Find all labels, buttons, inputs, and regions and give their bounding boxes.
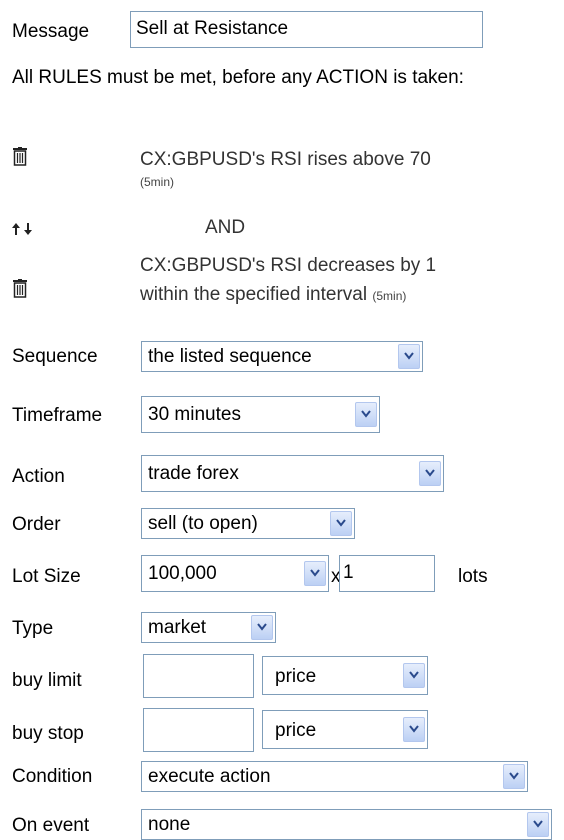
buy-limit-input[interactable] xyxy=(143,654,254,698)
rule-1-text: CX:GBPUSD's RSI rises above 70 xyxy=(140,149,431,170)
rule-1-interval: (5min) xyxy=(140,175,175,189)
rule-2-text-line1: CX:GBPUSD's RSI decreases by 1 xyxy=(140,255,437,276)
on-event-value: none xyxy=(148,814,191,835)
on-event-label: On event xyxy=(12,815,90,836)
action-select[interactable]: trade forex xyxy=(141,455,444,492)
chevron-down-icon[interactable] xyxy=(355,402,377,427)
buy-stop-mode-select[interactable]: price xyxy=(262,710,428,749)
buy-stop-mode-value: price xyxy=(275,720,317,741)
action-label: Action xyxy=(12,466,65,487)
chevron-down-icon[interactable] xyxy=(330,511,352,536)
condition-label: Condition xyxy=(12,766,93,787)
type-select[interactable]: market xyxy=(141,612,276,643)
chevron-down-icon[interactable] xyxy=(503,764,525,789)
up-down-arrows-icon[interactable] xyxy=(11,220,35,242)
sequence-label: Sequence xyxy=(12,346,98,367)
buy-stop-input[interactable] xyxy=(143,708,254,752)
buy-limit-mode-select[interactable]: price xyxy=(262,656,428,695)
and-connector: AND xyxy=(205,217,246,238)
timeframe-label: Timeframe xyxy=(12,405,103,426)
chevron-down-icon[interactable] xyxy=(398,344,420,369)
order-select[interactable]: sell (to open) xyxy=(141,508,355,539)
condition-value: execute action xyxy=(148,766,271,787)
message-input[interactable]: Sell at Resistance xyxy=(130,11,483,48)
type-label: Type xyxy=(12,618,54,639)
sequence-select[interactable]: the listed sequence xyxy=(141,341,423,372)
rule-2-interval: (5min) xyxy=(372,289,407,303)
trash-icon[interactable] xyxy=(13,147,27,172)
buy-stop-label: buy stop xyxy=(12,723,84,744)
type-value: market xyxy=(148,617,207,638)
buy-limit-label: buy limit xyxy=(12,670,82,691)
chevron-down-icon[interactable] xyxy=(403,717,425,742)
lot-size-label: Lot Size xyxy=(12,566,81,587)
rule-2-text-line2-main: within the specified interval xyxy=(140,284,368,305)
condition-select[interactable]: execute action xyxy=(141,761,528,792)
rules-notice: All RULES must be met, before any ACTION… xyxy=(12,67,464,88)
chevron-down-icon[interactable] xyxy=(403,663,425,688)
chevron-down-icon[interactable] xyxy=(304,561,326,586)
buy-limit-mode-value: price xyxy=(275,666,317,687)
message-label: Message xyxy=(12,21,90,42)
order-label: Order xyxy=(12,514,61,535)
lots-unit: lots xyxy=(458,566,488,587)
lot-size-value: 100,000 xyxy=(148,563,217,584)
trash-icon[interactable] xyxy=(13,279,27,304)
lot-size-select[interactable]: 100,000 xyxy=(141,555,329,592)
chevron-down-icon[interactable] xyxy=(251,615,273,640)
on-event-select[interactable]: none xyxy=(141,809,552,840)
timeframe-value: 30 minutes xyxy=(148,404,241,425)
order-value: sell (to open) xyxy=(148,513,258,534)
action-value: trade forex xyxy=(148,463,239,484)
sequence-value: the listed sequence xyxy=(148,346,312,367)
chevron-down-icon[interactable] xyxy=(527,812,549,837)
chevron-down-icon[interactable] xyxy=(419,461,441,486)
lot-quantity-input[interactable]: 1 xyxy=(339,555,435,592)
rule-2-text-line2: within the specified interval (5min) xyxy=(140,284,406,307)
timeframe-select[interactable]: 30 minutes xyxy=(141,396,380,433)
